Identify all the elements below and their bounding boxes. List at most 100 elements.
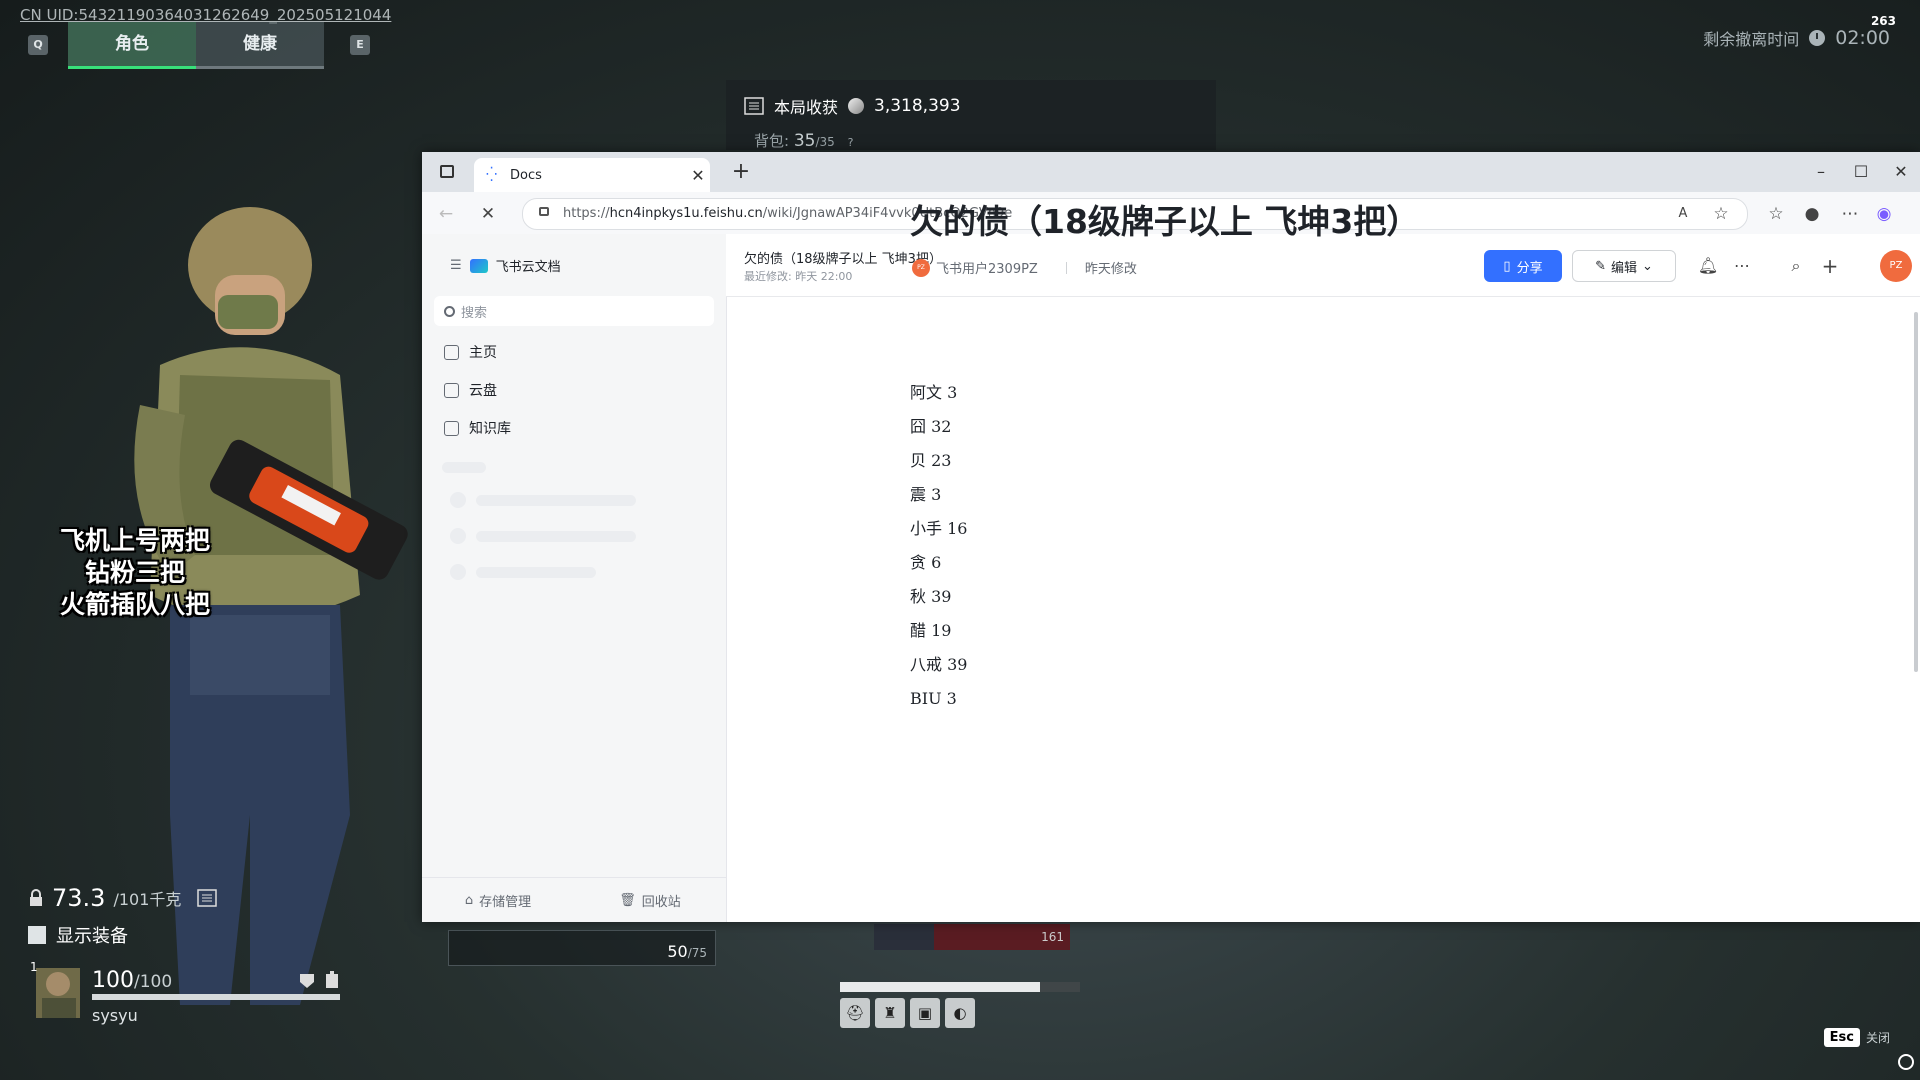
favorites-icon[interactable]: ☆: [1762, 200, 1790, 228]
share-button[interactable]: ▯ 分享: [1484, 250, 1562, 282]
loot-label: 本局收获: [774, 98, 839, 117]
extract-label: 剩余撤离时间: [1703, 30, 1800, 49]
doc-line[interactable]: BIU 3: [910, 682, 967, 716]
avatar[interactable]: PZ: [1880, 250, 1912, 282]
last-modified: 最近修改: 昨天 22:00: [744, 270, 853, 283]
back-button[interactable]: ←: [432, 200, 460, 228]
url-host: hcn4inpkys1u.feishu.cn: [609, 206, 763, 221]
recycle-bin-button[interactable]: 🗑 回收站: [574, 878, 726, 922]
stamina-fill: [840, 982, 1040, 992]
add-icon[interactable]: +: [1818, 254, 1842, 278]
extract-time: 02:00: [1835, 27, 1890, 49]
doc-line[interactable]: 阿文 3: [910, 376, 967, 410]
more-options-icon[interactable]: ⋯: [1730, 254, 1754, 278]
edit-label: 编辑: [1610, 260, 1637, 276]
coin-icon: [848, 98, 865, 114]
list-icon[interactable]: [744, 97, 764, 115]
lock-icon[interactable]: [539, 207, 549, 216]
search-icon[interactable]: ⌕: [1784, 254, 1808, 278]
overlay-line: 飞机上号两把: [59, 526, 210, 555]
item-slot: 161: [874, 924, 1070, 950]
search-icon: [444, 305, 455, 317]
docs-sidebar: ☰ 飞书云文档 搜索 主页 云盘 知识库 ⌂ 存储管理 🗑 回收站: [422, 234, 727, 922]
read-aloud-icon[interactable]: A: [1669, 200, 1697, 228]
backpack-value: 35: [793, 131, 816, 151]
doc-line[interactable]: 秋 39: [910, 580, 967, 614]
status-icons: ⛑ ♜ ▣ ◐: [840, 998, 975, 1028]
profile-icon[interactable]: ●: [1798, 200, 1826, 228]
tab-title: Docs: [510, 167, 542, 183]
recycle-bin-label: 回收站: [641, 894, 681, 910]
show-equipment-label: 显示装备: [56, 926, 128, 947]
sidebar-item-wiki[interactable]: 知识库: [444, 418, 511, 438]
player-level: 1: [30, 960, 38, 974]
author-name[interactable]: 飞书用户2309PZ: [936, 258, 1038, 277]
esc-key: Esc: [1823, 1028, 1860, 1047]
hearing-icon: ◐: [945, 998, 975, 1028]
close-tab-icon[interactable]: ✕: [686, 166, 710, 185]
doc-line[interactable]: 八戒 39: [910, 648, 967, 682]
sidebar-item-label: 主页: [469, 345, 497, 361]
extract-timer: 剩余撤离时间 02:00: [1703, 26, 1890, 50]
close-window-button[interactable]: ✕: [1886, 160, 1916, 184]
settings-icon[interactable]: [1898, 1054, 1914, 1070]
backpack-label: 背包:: [754, 132, 790, 150]
weight-kg-icon: ▣: [910, 998, 940, 1028]
stream-overlay-text: 飞机上号两把 钻粉三把 火箭插队八把: [30, 525, 240, 621]
trash-icon: 🗑: [619, 892, 636, 908]
show-equipment-toggle[interactable]: 显示装备: [28, 922, 128, 948]
share-label: 分享: [1516, 260, 1543, 276]
sidebar-item-label: 云盘: [469, 383, 497, 399]
tab-character[interactable]: 角色: [68, 22, 196, 69]
tab-actions-icon[interactable]: [440, 165, 454, 178]
inventory-list-icon[interactable]: [197, 889, 218, 907]
doc-line[interactable]: 囧 32: [910, 410, 967, 444]
home-icon: [444, 344, 459, 360]
checkbox[interactable]: [28, 926, 46, 944]
overlay-line: 火箭插队八把: [59, 590, 210, 619]
browser-tab[interactable]: ⁛ Docs ✕: [474, 158, 710, 192]
tab-health[interactable]: 健康: [196, 22, 324, 69]
weight-value: 73.3: [52, 884, 106, 912]
loading-icon: ⁛: [486, 167, 498, 183]
player-name: sysyu: [92, 1006, 138, 1025]
helmet-icon: ⛑: [840, 998, 870, 1028]
esc-close-hint[interactable]: Esc 关闭: [1823, 1028, 1890, 1047]
overlay-line: 钻粉三把: [84, 558, 185, 587]
key-q-hint: Q: [28, 35, 48, 55]
sidebar-item-drive[interactable]: 云盘: [444, 380, 497, 400]
scrollbar[interactable]: [1914, 312, 1918, 672]
url-prefix: https://: [563, 206, 610, 221]
doc-line[interactable]: 醋 19: [910, 614, 967, 648]
backpack-help-icon[interactable]: ?: [848, 136, 854, 149]
collapse-sidebar-icon[interactable]: ☰: [450, 258, 462, 273]
edit-mode-button[interactable]: ✎ 编辑 ⌄: [1572, 250, 1676, 282]
search-placeholder: 搜索: [461, 305, 488, 321]
hp-value: 100: [92, 968, 134, 993]
maximize-button[interactable]: ☐: [1846, 160, 1876, 184]
feishu-logo-icon: [469, 258, 488, 273]
minimize-button[interactable]: –: [1806, 160, 1836, 184]
storage-management-button[interactable]: ⌂ 存储管理: [422, 878, 574, 922]
item-count: 161: [1041, 930, 1064, 944]
health-bar: [92, 994, 340, 1000]
more-menu-icon[interactable]: ⋯: [1836, 200, 1864, 228]
doc-body[interactable]: 阿文 3 囧 32 贝 23 震 3 小手 16 贪 6 秋 39 醋 19 八…: [910, 376, 967, 716]
stop-loading-button[interactable]: ✕: [474, 200, 502, 228]
doc-line[interactable]: 贝 23: [910, 444, 967, 478]
new-tab-button[interactable]: +: [728, 158, 754, 186]
doc-line[interactable]: 贪 6: [910, 546, 967, 580]
doc-line[interactable]: 震 3: [910, 478, 967, 512]
game-tabs: 角色 健康: [68, 22, 324, 69]
favorite-star-icon[interactable]: ☆: [1707, 200, 1735, 228]
bell-icon[interactable]: 🔔︎: [1696, 254, 1720, 278]
health-readout: 100/100: [92, 968, 172, 993]
sidebar-item-home[interactable]: 主页: [444, 342, 497, 362]
brand[interactable]: ☰ 飞书云文档: [450, 256, 561, 275]
key-e-hint: E: [350, 35, 370, 55]
copilot-icon[interactable]: ◉: [1870, 200, 1898, 228]
loot-value: 3,318,393: [874, 96, 961, 116]
doc-line[interactable]: 小手 16: [910, 512, 967, 546]
search-input[interactable]: 搜索: [434, 296, 714, 326]
lock-icon: [30, 889, 42, 906]
